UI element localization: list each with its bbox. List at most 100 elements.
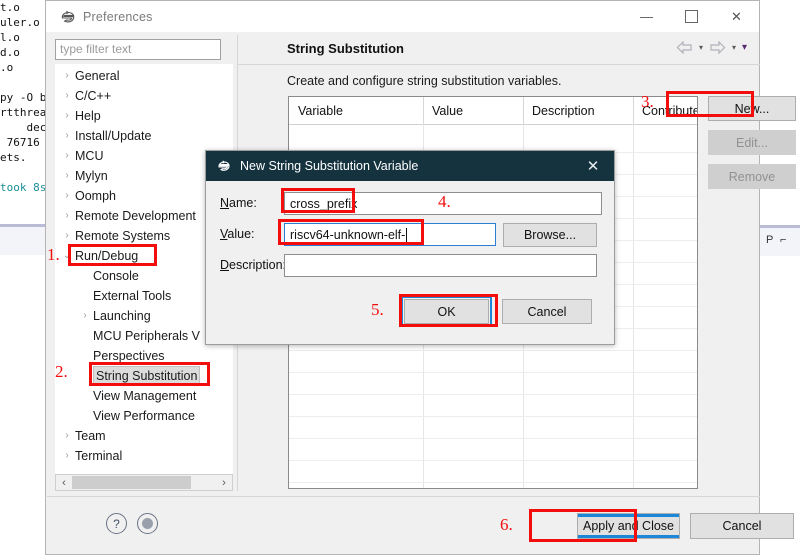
sidebar-item-string-substitution[interactable]: String Substitution bbox=[93, 366, 200, 386]
row-gridline bbox=[289, 482, 697, 483]
new-button[interactable]: New... bbox=[708, 96, 796, 121]
row-gridline bbox=[289, 416, 697, 417]
apply-and-close-label: Apply and Close bbox=[583, 519, 674, 533]
sidebar-item-view-performance[interactable]: View Performance bbox=[93, 406, 195, 426]
sidebar-item-team[interactable]: Team bbox=[75, 426, 106, 446]
background-right-panel bbox=[760, 0, 800, 555]
arrow-left-icon[interactable] bbox=[676, 41, 693, 54]
chevron-right-icon[interactable]: › bbox=[61, 206, 73, 226]
row-gridline bbox=[289, 372, 697, 373]
chevron-right-icon[interactable]: › bbox=[61, 426, 73, 446]
dialog-close-icon[interactable]: ✕ bbox=[572, 151, 614, 181]
column-header-description[interactable]: Description bbox=[523, 97, 633, 124]
sidebar-item-help[interactable]: Help bbox=[75, 106, 101, 126]
chevron-down-icon[interactable]: ⌄ bbox=[61, 246, 73, 266]
annotation-number-2: 2. bbox=[55, 362, 68, 382]
column-divider[interactable] bbox=[633, 97, 634, 124]
sidebar-item-mcu[interactable]: MCU bbox=[75, 146, 103, 166]
description-label: Description: bbox=[220, 258, 286, 272]
sidebar-item-mcu-peripherals-v[interactable]: MCU Peripherals V bbox=[93, 326, 200, 346]
arrow-right-icon[interactable] bbox=[709, 41, 726, 54]
chevron-right-icon[interactable]: › bbox=[61, 186, 73, 206]
window-controls: — ✕ bbox=[624, 1, 759, 32]
footer-icons: ? bbox=[106, 513, 158, 534]
sidebar-item-remote-systems[interactable]: Remote Systems bbox=[75, 226, 170, 246]
scroll-right-button[interactable]: › bbox=[216, 477, 232, 489]
annotation-number-4: 4. bbox=[438, 192, 451, 212]
annotation-number-3: 3. bbox=[641, 92, 654, 112]
background-right-tab-label: P bbox=[766, 234, 773, 246]
chevron-right-icon[interactable]: › bbox=[61, 166, 73, 186]
chevron-right-icon[interactable]: › bbox=[79, 306, 91, 326]
footer-divider bbox=[47, 496, 760, 497]
back-history-caret[interactable]: ▾ bbox=[699, 43, 703, 52]
sidebar-item-external-tools[interactable]: External Tools bbox=[93, 286, 171, 306]
close-button[interactable]: ✕ bbox=[714, 1, 759, 32]
table-header-row: VariableValueDescriptionContribute... bbox=[289, 97, 697, 124]
column-divider[interactable] bbox=[423, 97, 424, 124]
value-label-rest: alue: bbox=[227, 227, 254, 241]
sidebar-item-view-management[interactable]: View Management bbox=[93, 386, 196, 406]
forward-history-caret[interactable]: ▾ bbox=[732, 43, 736, 52]
console-output: t.ouler.ol.od.o.o py -O brtthrea dec 767… bbox=[0, 0, 48, 218]
dialog-title: New String Substitution Variable bbox=[240, 159, 418, 173]
page-title: String Substitution bbox=[287, 41, 404, 56]
pane-navigation: ▾ ▾ ▾ bbox=[676, 41, 747, 54]
sidebar-item-run-debug[interactable]: Run/Debug bbox=[75, 246, 138, 266]
help-icon[interactable]: ? bbox=[106, 513, 127, 534]
annotation-number-6: 6. bbox=[500, 515, 513, 535]
dialog-cancel-button[interactable]: Cancel bbox=[502, 299, 592, 324]
ok-button[interactable]: OK bbox=[404, 299, 489, 324]
row-gridline bbox=[289, 460, 697, 461]
name-label: Name: bbox=[220, 196, 257, 210]
preferences-titlebar[interactable]: Preferences — ✕ bbox=[46, 1, 759, 32]
browse-button[interactable]: Browse... bbox=[503, 223, 597, 247]
cancel-button[interactable]: Cancel bbox=[690, 513, 794, 539]
chevron-right-icon[interactable]: › bbox=[61, 226, 73, 246]
scrollbar-thumb[interactable] bbox=[72, 476, 191, 489]
sidebar-item-general[interactable]: General bbox=[75, 66, 119, 86]
background-right-tab-caret: ⌐ bbox=[780, 234, 786, 246]
chevron-right-icon[interactable]: › bbox=[61, 446, 73, 466]
background-right-tab: P ⌐ bbox=[760, 228, 800, 256]
sidebar-item-install-update[interactable]: Install/Update bbox=[75, 126, 151, 146]
column-header-value[interactable]: Value bbox=[423, 97, 523, 124]
chevron-right-icon[interactable]: › bbox=[61, 66, 73, 86]
column-divider[interactable] bbox=[523, 97, 524, 124]
row-gridline bbox=[289, 350, 697, 351]
sidebar-item-remote-development[interactable]: Remote Development bbox=[75, 206, 196, 226]
sidebar-item-oomph[interactable]: Oomph bbox=[75, 186, 116, 206]
chevron-right-icon[interactable]: › bbox=[61, 106, 73, 126]
pane-title-rule bbox=[238, 64, 760, 65]
restore-defaults-icon[interactable] bbox=[137, 513, 158, 534]
tree-horizontal-scrollbar[interactable]: ‹ › bbox=[55, 474, 233, 491]
chevron-right-icon[interactable]: › bbox=[61, 146, 73, 166]
value-field[interactable]: riscv64-unknown-elf- bbox=[284, 223, 496, 246]
filter-input[interactable]: type filter text bbox=[55, 39, 221, 60]
sidebar-item-mylyn[interactable]: Mylyn bbox=[75, 166, 108, 186]
sidebar-item-perspectives[interactable]: Perspectives bbox=[93, 346, 165, 366]
description-label-rest: escription: bbox=[229, 258, 286, 272]
sidebar-item-launching[interactable]: Launching bbox=[93, 306, 151, 326]
maximize-button[interactable] bbox=[669, 1, 714, 32]
eclipse-icon bbox=[216, 158, 232, 174]
minimize-button[interactable]: — bbox=[624, 1, 669, 32]
edit-button: Edit... bbox=[708, 130, 796, 155]
chevron-right-icon[interactable]: › bbox=[61, 126, 73, 146]
column-header-variable[interactable]: Variable bbox=[289, 97, 423, 124]
sidebar-item-c-c[interactable]: C/C++ bbox=[75, 86, 111, 106]
chevron-right-icon[interactable]: › bbox=[61, 86, 73, 106]
scroll-left-button[interactable]: ‹ bbox=[56, 477, 72, 489]
annotation-number-1: 1. bbox=[47, 245, 60, 265]
apply-and-close-button[interactable]: Apply and Close bbox=[577, 513, 680, 539]
dialog-titlebar[interactable]: New String Substitution Variable ✕ bbox=[206, 151, 614, 181]
sidebar-item-terminal[interactable]: Terminal bbox=[75, 446, 122, 466]
description-field[interactable] bbox=[284, 254, 597, 277]
sidebar-item-console[interactable]: Console bbox=[93, 266, 139, 286]
remove-button: Remove bbox=[708, 164, 796, 189]
name-field-value: cross_prefix bbox=[290, 197, 357, 211]
row-gridline bbox=[289, 394, 697, 395]
chevron-down-icon[interactable]: ▾ bbox=[742, 42, 747, 53]
preferences-title: Preferences bbox=[83, 10, 153, 24]
table-header-rule bbox=[289, 124, 697, 125]
